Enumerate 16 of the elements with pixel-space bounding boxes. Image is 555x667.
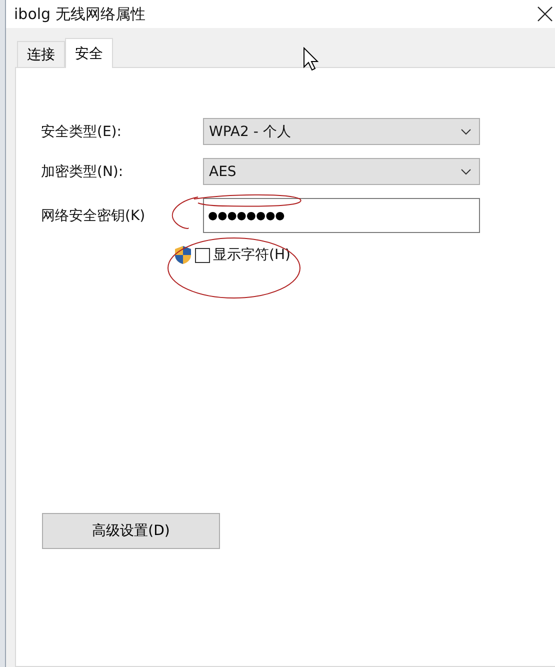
shield-icon bbox=[174, 245, 192, 265]
caret-icon bbox=[461, 128, 471, 134]
dropdown[interactable]: WPA2 - 个人 bbox=[203, 118, 480, 145]
field-label: 网络安全密钥(K) bbox=[41, 206, 146, 224]
checkbox[interactable] bbox=[195, 248, 210, 262]
field-label: 加密类型(N): bbox=[41, 162, 124, 180]
close-icon bbox=[537, 6, 553, 22]
password-field[interactable]: ●●●●●●●● bbox=[203, 198, 480, 233]
field-label: 安全类型(E): bbox=[41, 122, 122, 140]
window-title: ibolg 无线网络属性 bbox=[14, 4, 146, 24]
advanced-settings-button[interactable]: 高级设置(D) bbox=[42, 513, 220, 549]
tab[interactable]: 安全 bbox=[65, 38, 113, 68]
dropdown[interactable]: AES bbox=[203, 158, 480, 185]
tab[interactable]: 连接 bbox=[17, 41, 65, 67]
checkbox-label[interactable]: 显示字符(H) bbox=[213, 246, 290, 264]
caret-icon bbox=[461, 168, 471, 174]
